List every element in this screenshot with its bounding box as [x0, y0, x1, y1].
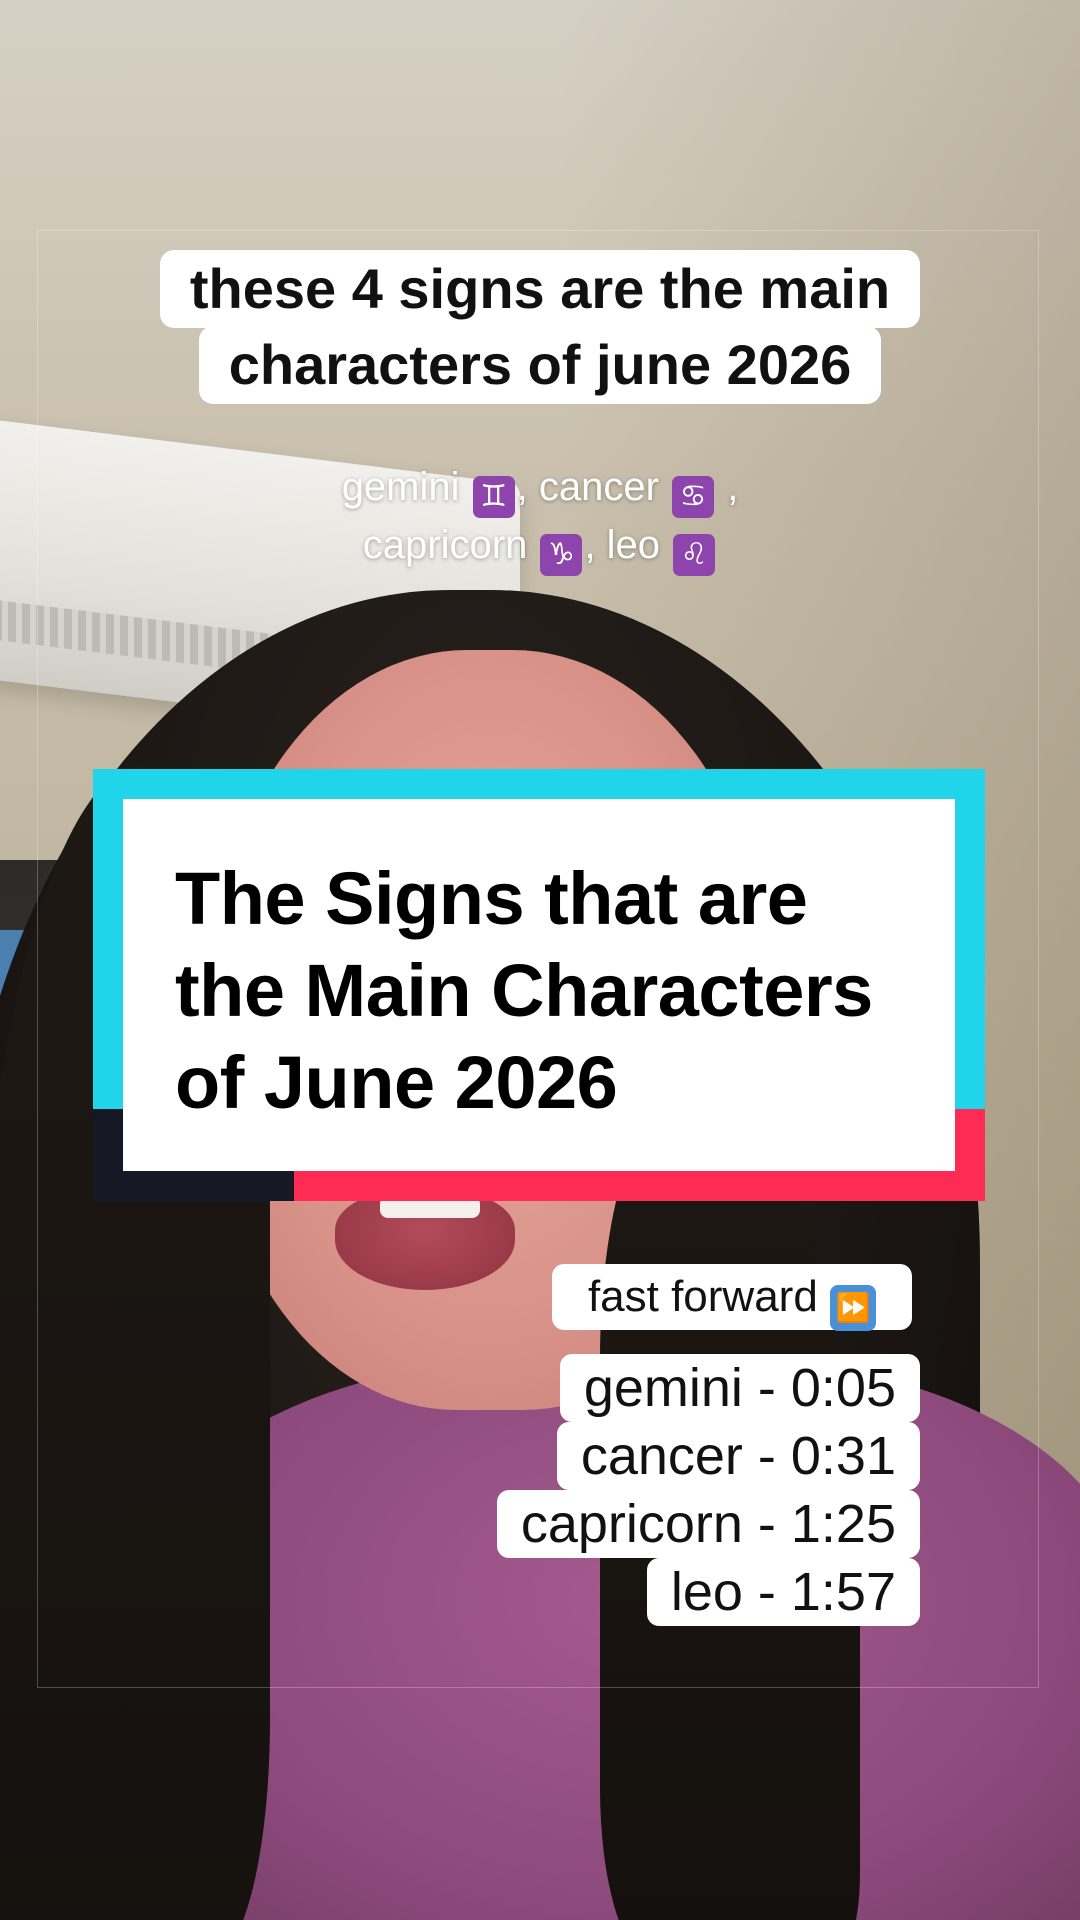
separator: ,: [716, 465, 739, 509]
sign-leo: leo: [606, 523, 661, 567]
signs-line-1: gemini ♊, cancer ♋ ,: [0, 460, 1080, 518]
chapter-cancer[interactable]: cancer - 0:31: [556, 1422, 920, 1490]
gemini-icon: ♊: [472, 476, 515, 518]
separator: ,: [516, 465, 539, 509]
chapter-capricorn[interactable]: capricorn - 1:25: [496, 1490, 920, 1558]
sign-cancer: cancer: [538, 465, 659, 509]
sign-gemini: gemini: [341, 465, 460, 509]
title-card-line: The Signs that are: [175, 857, 808, 940]
separator: ,: [584, 523, 607, 567]
caption-line: these 4 signs are the main: [159, 250, 921, 328]
video-caption: these 4 signs are the main characters of…: [0, 250, 1080, 404]
chapter-gemini[interactable]: gemini - 0:05: [559, 1354, 920, 1422]
fast-forward-label: fast forward ⏩: [552, 1264, 912, 1331]
title-card-line: the Main Characters: [175, 949, 873, 1032]
title-card: The Signs that are the Main Characters o…: [93, 769, 985, 1201]
title-card-line: of June 2026: [175, 1041, 618, 1124]
fast-forward-text: fast forward: [587, 1272, 818, 1321]
cancer-icon: ♋: [672, 476, 715, 518]
signs-subcaption: gemini ♊, cancer ♋ , capricorn ♑, leo ♌: [0, 460, 1080, 576]
sign-capricorn: capricorn: [362, 523, 528, 567]
title-card-panel: The Signs that are the Main Characters o…: [123, 799, 955, 1171]
caption-line: characters of june 2026: [198, 326, 882, 404]
chapter-leo[interactable]: leo - 1:57: [646, 1558, 920, 1626]
leo-icon: ♌: [673, 534, 716, 576]
signs-line-2: capricorn ♑, leo ♌: [0, 518, 1080, 576]
fast-forward-icon: ⏩: [830, 1285, 877, 1331]
chapter-list: gemini - 0:05 cancer - 0:31 capricorn - …: [496, 1354, 920, 1626]
capricorn-icon: ♑: [540, 534, 583, 576]
